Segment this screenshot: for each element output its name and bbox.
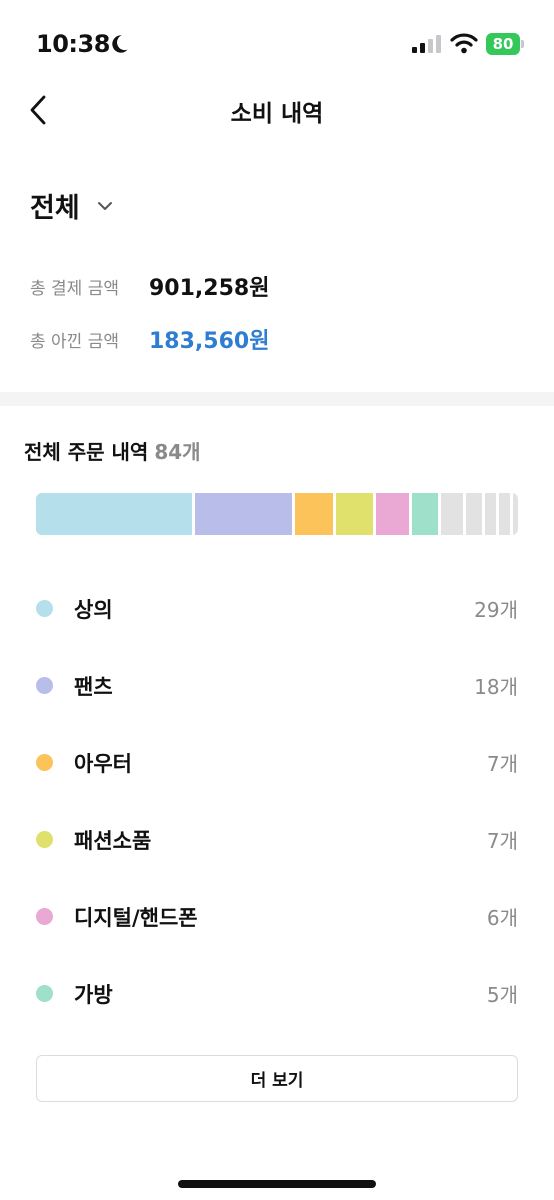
category-list: 상의 29개 팬츠 18개 아우터 7개 패션소품 7개 디지털/핸드폰 6개 가방 5개 xyxy=(36,570,518,1032)
chevron-down-icon xyxy=(97,201,112,210)
category-count: 29개 xyxy=(474,598,518,622)
category-item[interactable]: 디지털/핸드폰 6개 xyxy=(36,878,518,955)
orders-title-text: 전체 주문 내역 xyxy=(24,440,149,464)
category-color-dot xyxy=(36,754,53,771)
category-color-dot xyxy=(36,908,53,925)
bar-segment xyxy=(36,493,193,535)
category-count: 5개 xyxy=(486,983,518,1007)
category-name: 팬츠 xyxy=(74,674,113,699)
category-item[interactable]: 아우터 7개 xyxy=(36,724,518,801)
total-paid-row: 총 결제 금액 901,258원 xyxy=(30,270,269,302)
bar-segment xyxy=(294,493,333,535)
filter-dropdown[interactable]: 전체 xyxy=(30,186,116,225)
moon-icon xyxy=(112,35,128,53)
total-saved-value: 183,560원 xyxy=(149,329,270,354)
bar-segment xyxy=(465,493,483,535)
total-paid-label: 총 결제 금액 xyxy=(30,278,120,299)
filter-label: 전체 xyxy=(30,193,80,224)
category-color-dot xyxy=(36,831,53,848)
category-name: 상의 xyxy=(74,597,113,622)
page-title: 소비 내역 xyxy=(230,101,324,127)
home-indicator xyxy=(178,1180,376,1188)
battery-icon: 80 xyxy=(486,33,526,55)
orders-count: 84개 xyxy=(154,440,201,464)
wifi-icon xyxy=(450,33,478,54)
category-color-dot xyxy=(36,600,53,617)
total-paid-value: 901,258원 xyxy=(149,276,270,301)
category-color-dot xyxy=(36,677,53,694)
total-saved-row: 총 아낀 금액 183,560원 xyxy=(30,323,269,355)
category-count: 7개 xyxy=(486,752,518,776)
bar-segment xyxy=(498,493,510,535)
category-name: 디지털/핸드폰 xyxy=(74,905,198,930)
status-time: 10:38 xyxy=(36,30,110,58)
bar-segment xyxy=(512,493,518,535)
battery-level: 80 xyxy=(492,35,514,53)
bar-segment xyxy=(376,493,409,535)
category-name: 가방 xyxy=(74,982,113,1007)
bar-segment xyxy=(485,493,496,535)
category-distribution-bar xyxy=(36,493,518,535)
orders-section-title: 전체 주문 내역 84개 xyxy=(24,436,201,465)
status-bar: 10:38 80 xyxy=(0,0,554,88)
category-item[interactable]: 패션소품 7개 xyxy=(36,801,518,878)
category-item[interactable]: 팬츠 18개 xyxy=(36,647,518,724)
category-name: 패션소품 xyxy=(74,828,152,853)
category-color-dot xyxy=(36,985,53,1002)
bar-segment xyxy=(335,493,374,535)
category-item[interactable]: 상의 29개 xyxy=(36,570,518,647)
category-count: 7개 xyxy=(486,829,518,853)
total-saved-label: 총 아낀 금액 xyxy=(30,331,120,352)
section-divider xyxy=(0,392,554,406)
more-button[interactable]: 더 보기 xyxy=(36,1055,518,1102)
category-count: 18개 xyxy=(474,675,518,699)
bar-segment xyxy=(441,493,463,535)
bar-segment xyxy=(411,493,439,535)
cellular-signal-icon xyxy=(412,35,441,53)
bar-segment xyxy=(195,493,292,535)
category-item[interactable]: 가방 5개 xyxy=(36,955,518,1032)
category-name: 아우터 xyxy=(74,751,132,776)
category-count: 6개 xyxy=(486,906,518,930)
app-header: 소비 내역 xyxy=(0,78,554,140)
